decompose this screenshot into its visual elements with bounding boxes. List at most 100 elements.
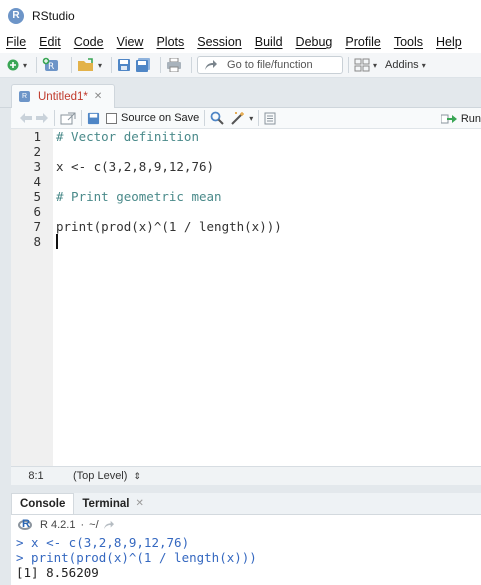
go-to-arrow-icon [205,60,218,70]
menu-view[interactable]: View [117,35,144,49]
line-number: 4 [33,174,41,189]
r-version: R 4.2.1 [40,519,76,531]
pane-layout-button[interactable]: ▾ [354,56,377,74]
close-icon[interactable]: ✕ [135,498,143,509]
scope-label: (Top Level) [73,470,128,482]
line-number: 3 [33,159,41,174]
code-text: print(prod(x)^(1 / length(x))) [56,219,282,234]
toolbar-divider [348,57,350,73]
new-project-icon: R [42,57,59,72]
code-text: x <- c(3,2,8,9,12,76) [56,159,215,174]
code-line[interactable]: 2 [11,144,481,159]
menu-session[interactable]: Session [197,35,241,49]
menu-edit[interactable]: Edit [39,35,61,49]
line-number: 7 [33,219,41,234]
open-file-button[interactable]: ▾ [77,56,102,74]
chevron-down-icon: ▾ [373,60,378,70]
checkbox-box[interactable] [106,112,117,124]
toolbar-divider [81,110,82,126]
code-line[interactable]: 3 x <- c(3,2,8,9,12,76) [11,159,481,174]
updown-icon: ⇕ [133,471,142,481]
chevron-down-icon: ▾ [98,60,103,70]
cursor-position: 8:1 [28,470,44,482]
code-editor[interactable]: 1 # Vector definition 2 3 x <- c(3,2,8,9… [11,129,481,466]
tab-untitled1[interactable]: R Untitled1* ✕ [11,84,115,108]
console-tab-strip: Console Terminal ✕ [11,493,481,515]
menu-tools[interactable]: Tools [394,35,423,49]
menu-profile[interactable]: Profile [345,35,380,49]
search-icon[interactable] [210,111,224,125]
line-number: 8 [33,234,41,249]
code-line[interactable]: 8 [11,234,481,249]
toolbar-divider [191,57,193,73]
show-in-window-icon[interactable] [60,112,76,125]
save-icon[interactable] [87,112,100,125]
run-label: Run [460,112,481,125]
chevron-down-icon[interactable]: ▾ [249,114,253,123]
editor-toolbar: Source on Save ▾ Run [11,108,481,129]
back-arrow-icon[interactable] [19,112,33,124]
svg-text:R: R [48,62,54,72]
code-text: # Print geometric mean [56,189,222,204]
close-icon[interactable]: ✕ [94,91,102,102]
console-output-line: [1] 8.56209 [16,565,99,580]
pane-splitter[interactable] [0,485,481,493]
code-line[interactable]: 6 [11,204,481,219]
go-to-directory-icon[interactable] [103,520,115,530]
run-button[interactable]: Run [440,109,481,128]
console-header: R R 4.2.1 · ~/ [11,515,481,535]
run-arrow-icon [440,114,457,123]
print-icon [167,58,182,72]
title-bar: R RStudio [0,0,481,31]
save-all-button[interactable] [135,56,151,74]
new-project-button[interactable]: R [42,56,62,74]
r-script-icon: R [19,91,30,102]
toolbar-divider [258,110,260,126]
chevron-down-icon: ▾ [421,60,426,70]
go-to-file-input[interactable]: Go to file/function [197,56,344,74]
code-line[interactable]: 4 [11,174,481,189]
scope-selector[interactable]: (Top Level) ⇕ [73,470,141,482]
text-cursor [56,234,58,249]
line-number: 2 [33,144,41,159]
menu-debug[interactable]: Debug [296,35,333,49]
line-number: 1 [33,129,41,144]
source-on-save-checkbox[interactable]: Source on Save [106,112,199,124]
code-line[interactable]: 7 print(prod(x)^(1 / length(x))) [11,219,481,234]
code-text: # Vector definition [56,129,199,144]
menu-plots[interactable]: Plots [156,35,184,49]
chevron-down-icon: ▾ [23,60,28,70]
tab-terminal-label: Terminal [82,497,130,510]
tab-console-label: Console [20,498,66,510]
main-toolbar: ▾ R ▾ Go to file/function ▾ Addins ▾ [0,53,481,78]
line-number: 5 [33,189,41,204]
addins-button[interactable]: Addins ▾ [381,56,426,74]
toolbar-divider [204,110,206,126]
r-logo-letter: R [22,518,30,530]
menu-code[interactable]: Code [74,35,104,49]
document-outline-icon[interactable] [264,112,276,125]
pane-left-gutter [0,108,11,585]
r-logo-icon: R [18,518,34,531]
menu-file[interactable]: File [6,35,26,49]
forward-arrow-icon[interactable] [35,112,49,124]
editor-tab-strip: R Untitled1* ✕ [0,78,481,108]
toolbar-divider [36,57,38,73]
tab-console[interactable]: Console [11,493,75,514]
print-button[interactable] [166,56,182,74]
menu-help[interactable]: Help [436,35,462,49]
code-line[interactable]: 1 # Vector definition [11,129,481,144]
line-number: 6 [33,204,41,219]
menu-build[interactable]: Build [255,35,283,49]
toolbar-divider [160,57,162,73]
console-command-line: > print(prod(x)^(1 / length(x))) [16,550,257,565]
magic-wand-icon[interactable] [230,111,246,125]
code-line[interactable]: 5 # Print geometric mean [11,189,481,204]
new-file-button[interactable]: ▾ [6,56,27,74]
grid-layout-icon [354,58,370,72]
toolbar-divider [54,110,55,126]
separator-dot: · [80,519,85,531]
tab-terminal[interactable]: Terminal ✕ [74,493,151,514]
save-button[interactable] [117,56,131,74]
go-to-file-placeholder: Go to file/function [227,59,313,71]
